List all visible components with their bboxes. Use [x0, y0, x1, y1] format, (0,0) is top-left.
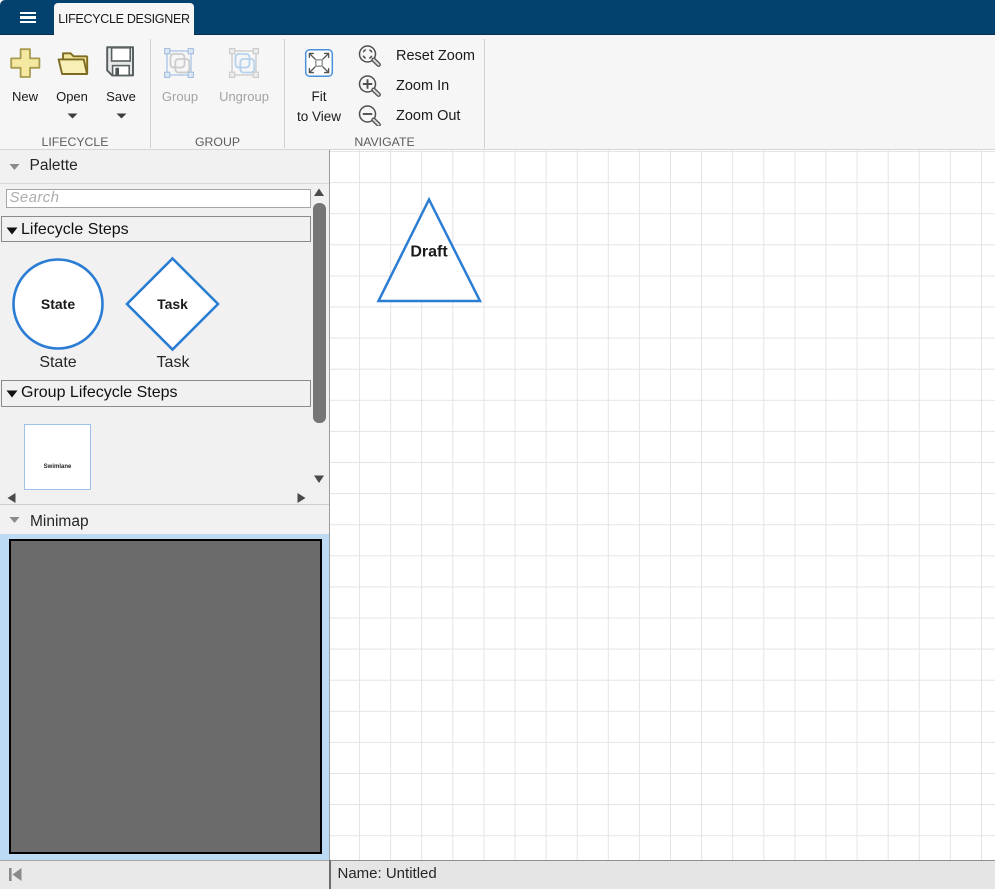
svg-text:Draft: Draft: [410, 244, 448, 261]
svg-text:Task: Task: [157, 296, 188, 312]
svg-text:State: State: [41, 296, 75, 312]
